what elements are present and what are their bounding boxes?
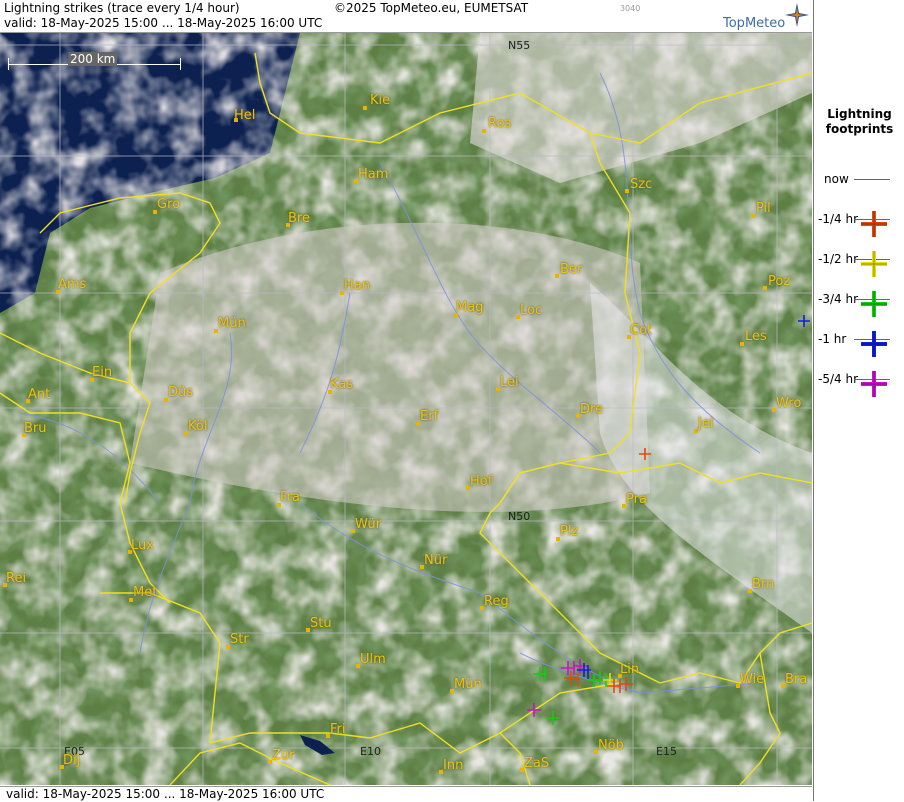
lightning-strike (527, 703, 541, 717)
lightning-strike (587, 671, 613, 687)
lightning-strike (546, 711, 560, 725)
lightning-strike (561, 659, 587, 675)
lightning-strike (639, 448, 651, 460)
legend-label: -1/4 hr (818, 212, 858, 226)
lightning-strike (564, 671, 579, 687)
lightning-strike (798, 315, 810, 327)
legend-title: Lightning footprints (825, 107, 894, 136)
legend-cross-icon (861, 371, 887, 397)
legend-label: now (824, 172, 849, 186)
compass-star-icon (785, 3, 809, 27)
satellite-map[interactable]: 200 km N55 N50 E05 E10 E15 Hel Kie Ros Ham S… (0, 33, 812, 785)
legend-cross-icon (861, 251, 887, 277)
legend-label: -5/4 hr (818, 372, 858, 386)
lightning-strike (603, 673, 617, 687)
legend-cross-icon (861, 211, 887, 237)
map-code: 3040 (620, 4, 641, 13)
lightning-strike (533, 667, 547, 681)
map-footer: valid: 18-May-2025 15:00 ... 18-May-2025… (0, 786, 812, 802)
legend-label: -1/2 hr (818, 252, 858, 266)
legend-divider (854, 179, 890, 180)
lightning-strikes (527, 315, 810, 725)
topmeteo-logo: TopMeteo (723, 16, 786, 31)
legend-label: -3/4 hr (818, 292, 858, 306)
valid-time-bottom: valid: 18-May-2025 15:00 ... 18-May-2025… (6, 787, 325, 801)
legend-panel: Lightning footprints now -1/4 hr -1/2 hr -3… (813, 0, 904, 801)
map-title: Lightning strikes (trace every 1/4 hour) (4, 1, 240, 15)
legend-cross-icon (861, 331, 887, 357)
legend-cross-icon (861, 291, 887, 317)
map-header: Lightning strikes (trace every 1/4 hour)… (0, 0, 812, 33)
valid-time-top: valid: 18-May-2025 15:00 ... 18-May-2025… (4, 16, 323, 30)
copyright: ©2025 TopMeteo.eu, EUMETSAT (334, 1, 529, 15)
legend-label: -1 hr (818, 332, 847, 346)
